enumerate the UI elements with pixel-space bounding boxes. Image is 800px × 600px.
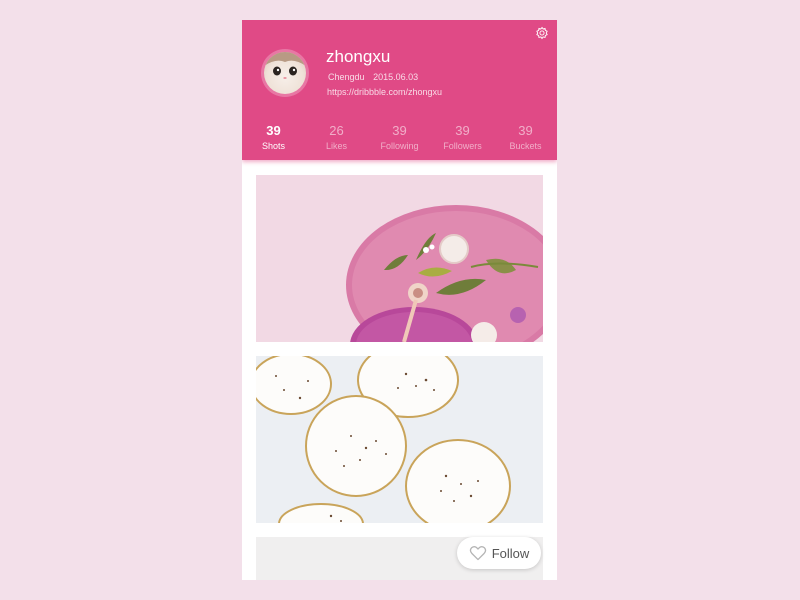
profile-meta: Chengdu 2015.06.03 [328,72,424,82]
tab-followers[interactable]: 39 Followers [431,123,494,153]
tab-likes[interactable]: 26 Likes [305,123,368,153]
gear-icon[interactable] [535,26,549,40]
stats-tabs: 39 Shots 26 Likes 39 Following 39 Follow… [242,123,557,153]
follow-button[interactable]: Follow [457,537,541,569]
heart-icon [469,546,486,561]
stat-label: Following [380,141,419,151]
cat-avatar-icon [264,52,306,94]
username: zhongxu [326,47,391,66]
stat-label: Buckets [509,141,542,151]
location: Chengdu [328,72,365,82]
profile-url[interactable]: https://dribbble.com/zhongxu [327,87,442,97]
stat-label: Followers [443,141,482,151]
tab-shots[interactable]: 39 Shots [242,123,305,153]
shot-image-speckled-plates [256,356,543,523]
tab-following[interactable]: 39 Following [368,123,431,153]
avatar[interactable] [261,49,309,97]
join-date: 2015.06.03 [373,72,419,82]
shot-image-pink-plates [256,175,543,342]
stat-value: 39 [266,123,281,138]
tab-buckets[interactable]: 39 Buckets [494,123,557,153]
stat-label: Shots [261,141,285,151]
stat-value: 39 [518,123,533,138]
profile-screen: zhongxu Chengdu 2015.06.03 https://dribb… [242,20,557,580]
stat-value: 39 [455,123,470,138]
follow-label: Follow [491,545,530,561]
shot-card[interactable] [256,356,543,523]
stat-value: 26 [329,123,344,138]
stat-label: Likes [325,141,347,151]
shot-card[interactable] [256,175,543,342]
profile-header: zhongxu Chengdu 2015.06.03 https://dribb… [242,20,557,160]
stat-value: 39 [392,123,407,138]
